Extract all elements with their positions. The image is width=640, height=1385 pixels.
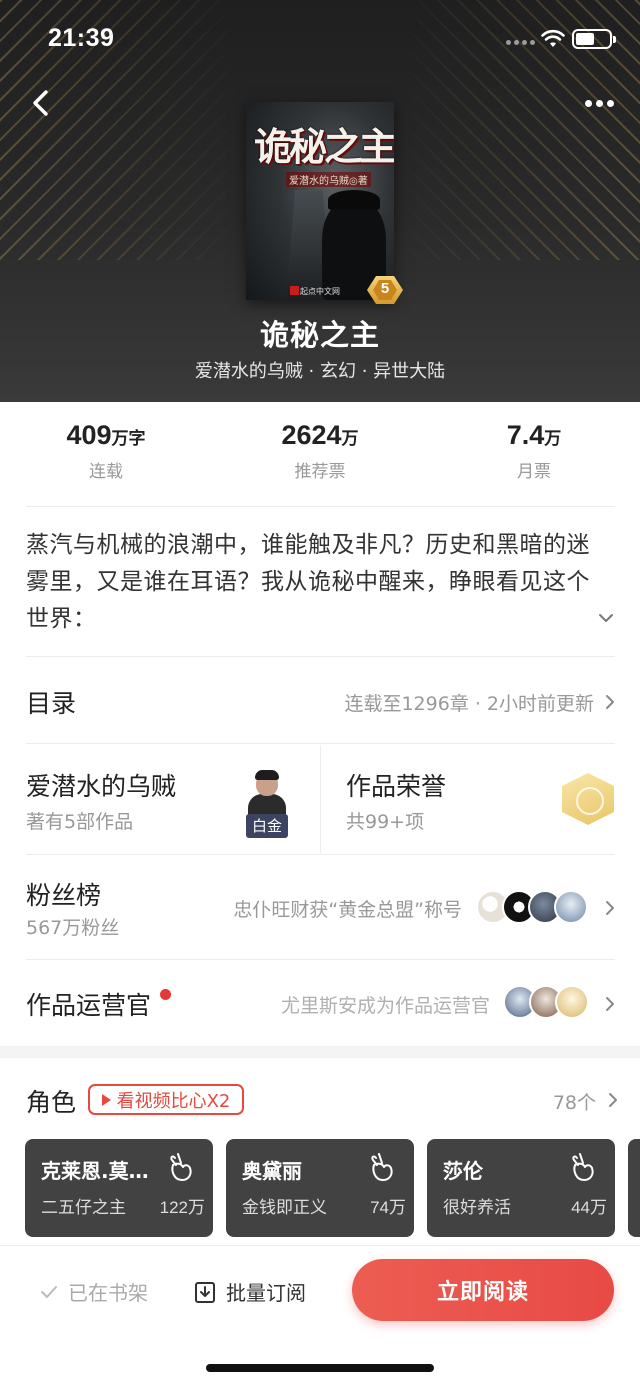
chevron-right-icon [606,901,614,915]
finger-heart-icon[interactable] [569,1151,597,1183]
operator-news: 尤里斯安成为作品运营官 [280,995,490,1017]
divider [26,656,615,657]
stat-label: 月票 [517,462,551,482]
character-card[interactable]: 克莱恩.莫… 二五仔之主 122万 [25,1139,213,1237]
stat-recommend-votes[interactable]: 2624万 推荐票 [220,420,420,482]
character-name: 奥黛丽 [242,1159,302,1183]
check-icon [41,1285,57,1298]
level-badge: 5 [367,276,403,304]
book-synopsis[interactable]: 蒸汽与机械的浪潮中，谁能触及非凡？历史和黑暗的迷雾里，又是谁在耳语？我从诡秘中醒… [26,527,596,638]
platinum-badge: 白金 [246,814,288,838]
operator-avatars [503,985,593,1019]
stat-word-count: 409万字 连载 [6,420,206,482]
divider [320,745,321,853]
stat-value: 2624 [281,420,342,450]
stat-label: 推荐票 [294,462,346,482]
on-shelf-button[interactable]: 已在书架 [40,1277,148,1306]
divider [26,506,615,507]
character-votes: 122万 [159,1198,205,1217]
honors-title: 作品荣誉 [346,772,447,801]
character-name: 克莱恩.莫… [41,1159,149,1183]
chevron-right-icon [609,1093,617,1107]
book-stats: 409万字 连载 2624万 推荐票 7.4万 月票 [0,420,640,490]
character-card-peek[interactable] [628,1139,640,1237]
watch-video-button[interactable]: 看视频比心X2 [88,1084,244,1115]
back-button[interactable] [26,84,60,124]
book-title: 诡秘之主 [259,318,380,352]
stat-label: 连载 [89,462,123,482]
batch-subscribe-button[interactable]: 批量订阅 [194,1277,306,1306]
stat-unit: 万 [544,429,562,449]
characters-count: 78个 [552,1092,596,1114]
status-bar: 21:39 [0,0,640,80]
download-icon [195,1281,215,1303]
home-indicator [206,1364,434,1372]
chevron-down-icon[interactable] [596,610,616,626]
author-works: 著有5部作品 [26,811,134,833]
more-options-button[interactable] [576,86,622,120]
character-card[interactable]: 奥黛丽 金钱即正义 74万 [226,1139,414,1237]
watch-video-label: 看视频比心X2 [116,1090,231,1112]
honors-count: 共99+项 [346,811,425,833]
author-name: 爱潜水的乌贼 [26,772,177,801]
status-time: 21:39 [48,24,115,52]
stat-unit: 万 [341,429,359,449]
character-name: 莎伦 [443,1159,483,1183]
chevron-left-icon [33,90,48,116]
avatar [555,985,589,1019]
stat-unit: 万字 [111,429,146,449]
character-card[interactable]: 莎伦 很好养活 44万 [427,1139,615,1237]
character-votes: 44万 [571,1198,607,1217]
character-votes: 74万 [370,1198,406,1217]
notification-dot [160,989,171,1000]
read-now-button[interactable]: 立即阅读 [352,1259,614,1321]
play-icon [101,1093,111,1106]
signal-icon [506,40,535,45]
book-header: 21:39 诡秘之主 爱潜水的乌贼◎著 起点中文网 5 诡秘之主 爱潜水的乌贼 … [0,0,640,402]
fans-title: 粉丝榜 [26,881,102,910]
stat-monthly-votes[interactable]: 7.4万 月票 [434,420,634,482]
cover-title: 诡秘之主 [254,124,394,169]
character-desc: 二五仔之主 [41,1198,126,1218]
character-desc: 金钱即正义 [242,1198,327,1218]
fans-count: 567万粉丝 [26,917,120,939]
chevron-right-icon [606,695,614,709]
level-number: 5 [380,280,390,297]
fan-avatars [476,890,592,924]
stat-value: 409 [66,420,112,450]
book-cover[interactable]: 诡秘之主 爱潜水的乌贼◎著 起点中文网 [246,102,394,300]
character-desc: 很好养活 [443,1198,511,1218]
stat-value: 7.4 [506,420,545,450]
wifi-icon [541,29,565,47]
fans-news: 忠仆旺财获“黄金总盟”称号 [233,899,462,921]
catalog-title: 目录 [26,689,77,718]
on-shelf-label: 已在书架 [68,1281,148,1305]
publisher-logo-icon [290,286,299,295]
catalog-status: 连载至1296章 · 2小时前更新 [344,693,594,715]
divider [26,743,615,744]
divider [26,959,615,960]
cover-publisher: 起点中文网 [300,287,340,296]
book-meta: 爱潜水的乌贼 · 玄幻 · 异世大陆 [194,361,446,382]
operator-title: 作品运营官 [26,991,152,1020]
finger-heart-icon[interactable] [368,1151,396,1183]
avatar [554,890,588,924]
divider [26,854,615,855]
battery-icon [572,29,616,49]
finger-heart-icon[interactable] [167,1151,195,1183]
section-separator [0,1046,640,1058]
batch-subscribe-label: 批量订阅 [226,1281,306,1305]
chevron-right-icon [606,997,614,1011]
cover-art [328,190,380,210]
characters-title: 角色 [26,1088,77,1117]
cover-author: 爱潜水的乌贼◎著 [286,172,371,187]
